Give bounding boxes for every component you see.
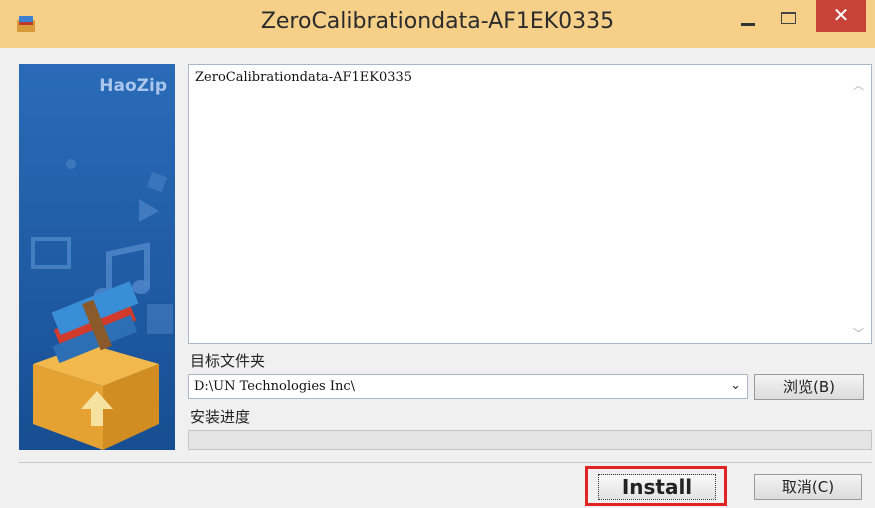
target-path-value: D:\UN Technologies Inc\ <box>194 379 355 394</box>
installer-window: ZeroCalibrationdata-AF1EK0335 ✕ HaoZip Z… <box>0 0 875 508</box>
cancel-button[interactable]: 取消(C) <box>754 474 862 500</box>
install-button[interactable]: Install <box>598 474 716 500</box>
title-bar[interactable]: ZeroCalibrationdata-AF1EK0335 ✕ <box>0 0 875 48</box>
browse-button[interactable]: 浏览(B) <box>754 374 864 400</box>
install-progress-bar <box>188 430 872 450</box>
sidebar-illustration <box>19 64 175 450</box>
chevron-down-icon[interactable]: ⌄ <box>730 378 741 393</box>
haozip-logo: HaoZip <box>99 76 167 96</box>
target-path-select[interactable]: D:\UN Technologies Inc\ ⌄ <box>188 374 748 399</box>
close-button[interactable]: ✕ <box>816 0 866 32</box>
close-icon: ✕ <box>832 3 850 27</box>
minimize-button[interactable] <box>734 10 764 34</box>
footer-divider <box>19 462 872 463</box>
scroll-up-icon[interactable]: ︿ <box>853 77 865 92</box>
description-text: ZeroCalibrationdata-AF1EK0335 <box>195 70 413 85</box>
target-folder-label: 目标文件夹 <box>190 352 266 370</box>
progress-label: 安装进度 <box>190 408 251 426</box>
scroll-down-icon[interactable]: ﹀ <box>853 325 865 340</box>
maximize-button[interactable] <box>776 8 800 30</box>
description-textarea[interactable]: ZeroCalibrationdata-AF1EK0335 ︿ ﹀ <box>188 64 872 344</box>
brand-sidebar: HaoZip <box>19 64 175 450</box>
